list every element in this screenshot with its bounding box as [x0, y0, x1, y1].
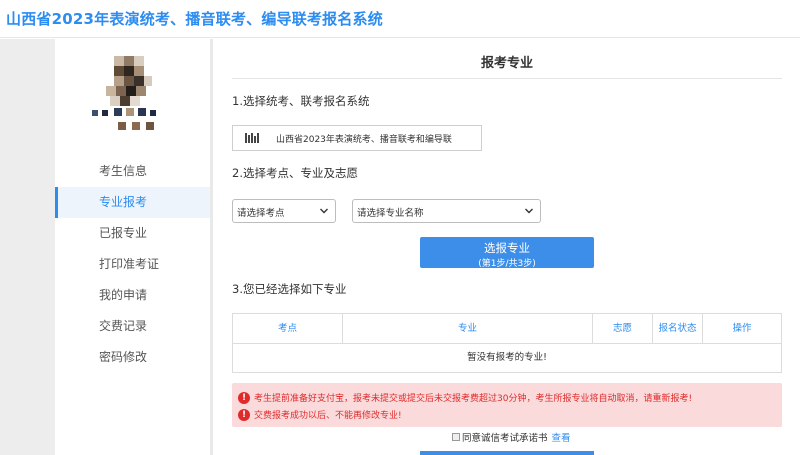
- left-gutter: [0, 39, 55, 455]
- major-select[interactable]: 请选择专业名称: [352, 199, 541, 223]
- select-major-button-step: (第1步/共3步): [478, 259, 536, 269]
- next-button-partial[interactable]: [420, 451, 594, 455]
- warning-alert: ! 考生提前准备好支付宝，报考未提交或提交后未交报考费超过30分钟，考生所报专业…: [232, 383, 782, 427]
- exam-site-select-value: 请选择考点: [237, 208, 285, 219]
- sidebar-item-applied-majors[interactable]: 已报专业: [55, 218, 210, 249]
- column-header-preference: 志愿: [593, 314, 653, 343]
- column-header-site: 考点: [233, 314, 343, 343]
- step1-label: 1.选择统考、联考报名系统: [232, 94, 370, 108]
- select-major-button-label: 选报专业: [484, 241, 530, 255]
- column-header-actions: 操作: [732, 323, 752, 334]
- alert-text: 考生提前准备好支付宝，报考未提交或提交后未交报考费超过30分钟，考生所报专业将自…: [254, 394, 693, 404]
- selected-majors-table: 考点 专业 志愿 报名状态 操作 暂没有报考的专业!: [232, 313, 782, 373]
- sidebar-item-payment-records[interactable]: 交费记录: [55, 311, 210, 342]
- agreement-row: 同意诚信考试承诺书 查看: [452, 430, 571, 444]
- barcode-icon: [245, 133, 259, 143]
- app-header: 山西省2023年表演统考、播音联考、编导联考报名系统: [0, 0, 800, 38]
- agreement-text: 同意诚信考试承诺书: [462, 433, 548, 444]
- column-header-major: 专业: [343, 314, 593, 343]
- alert-line: ! 交费报考成功以后、不能再修改专业!: [238, 408, 402, 421]
- exam-system-text: 山西省2023年表演统考、播音联考和编导联: [276, 135, 452, 145]
- warning-icon: !: [238, 391, 250, 404]
- major-select-value: 请选择专业名称: [357, 208, 424, 219]
- alert-line: ! 考生提前准备好支付宝，报考未提交或提交后未交报考费超过30分钟，考生所报专业…: [238, 391, 692, 404]
- chevron-down-icon: [320, 208, 328, 214]
- alert-text: 交费报考成功以后、不能再修改专业!: [254, 411, 402, 421]
- avatar: [92, 50, 166, 134]
- exam-system-option[interactable]: 山西省2023年表演统考、播音联考和编导联: [232, 125, 482, 151]
- agreement-checkbox[interactable]: [452, 433, 460, 441]
- page-title: 报考专业: [480, 56, 533, 71]
- column-header-status: 报名状态: [653, 314, 703, 343]
- table-empty-message: 暂没有报考的专业!: [467, 352, 547, 363]
- sidebar-nav: 考生信息 专业报考 已报专业 打印准考证 我的申请 交费记录 密码修改: [55, 156, 210, 373]
- sidebar-item-student-info[interactable]: 考生信息: [55, 156, 210, 187]
- step2-label: 2.选择考点、专业及志愿: [232, 166, 358, 180]
- sidebar-item-print-admission-ticket[interactable]: 打印准考证: [55, 249, 210, 280]
- app-title: 山西省2023年表演统考、播音联考、编导联考报名系统: [6, 10, 383, 28]
- chevron-down-icon: [525, 208, 533, 214]
- warning-icon: !: [238, 408, 250, 421]
- exam-site-select[interactable]: 请选择考点: [232, 199, 336, 223]
- sidebar-item-apply-major[interactable]: 专业报考: [55, 187, 210, 218]
- select-major-button[interactable]: 选报专业 (第1步/共3步): [420, 237, 594, 269]
- title-divider: [232, 78, 782, 79]
- sidebar-item-change-password[interactable]: 密码修改: [55, 342, 210, 373]
- view-agreement-link[interactable]: 查看: [552, 430, 571, 444]
- sidebar-item-my-applications[interactable]: 我的申请: [55, 280, 210, 311]
- sidebar-divider: [210, 39, 213, 455]
- table-header: 考点 专业 志愿 报名状态 操作: [233, 314, 781, 344]
- step3-label: 3.您已经选择如下专业: [232, 282, 347, 296]
